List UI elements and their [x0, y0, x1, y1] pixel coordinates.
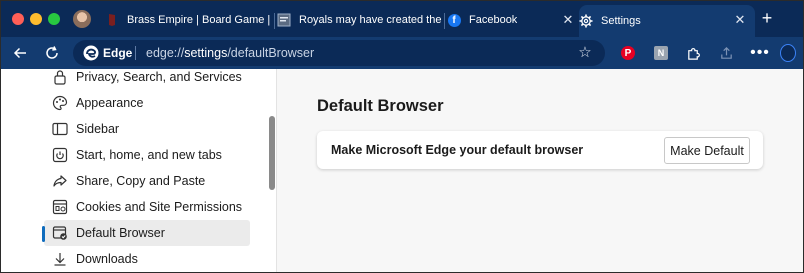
gear-icon: [579, 14, 593, 28]
browser-icon: [52, 225, 68, 241]
url-prefix: edge://: [146, 46, 185, 60]
extension-icon[interactable]: N: [653, 45, 669, 61]
palette-icon: [52, 95, 68, 111]
tab-title: Brass Empire | Board Game | B: [127, 14, 275, 26]
pinterest-extension-icon[interactable]: P: [620, 45, 636, 61]
facebook-badge: f: [447, 13, 461, 27]
edge-logo-icon: [83, 45, 99, 61]
browser-window: Brass Empire | Board Game | B Royals may…: [0, 0, 804, 273]
tab-title: Settings: [601, 15, 641, 27]
sidebar-item-label: Privacy, Search, and Services: [76, 70, 242, 84]
lock-icon: [52, 69, 68, 85]
page-title: Default Browser: [317, 97, 444, 115]
divider: [135, 46, 136, 60]
tab-title: Royals may have created the r: [299, 14, 445, 26]
close-window-button[interactable]: [12, 13, 24, 25]
main-panel: Default Browser Make Microsoft Edge your…: [278, 69, 803, 272]
sidebar-item-label: Start, home, and new tabs: [76, 148, 222, 162]
article-favicon: [277, 13, 291, 27]
tab-strip: Brass Empire | Board Game | B Royals may…: [1, 1, 803, 37]
extension-badge: N: [654, 46, 668, 60]
sidebar-item-privacy[interactable]: Privacy, Search, and Services: [44, 64, 250, 90]
sidebar-item-appearance[interactable]: Appearance: [44, 90, 250, 116]
profile-icon[interactable]: [780, 44, 796, 62]
default-browser-card: Make Microsoft Edge your default browser…: [317, 131, 763, 169]
sidebar-item-label: Default Browser: [76, 226, 165, 240]
permissions-icon: [52, 199, 68, 215]
sidebar-item-label: Sidebar: [76, 122, 120, 136]
tab-title: Facebook: [469, 14, 518, 26]
make-default-button[interactable]: Make Default: [664, 137, 750, 164]
refresh-icon[interactable]: [43, 44, 61, 62]
close-icon[interactable]: ✕: [733, 13, 747, 27]
minimize-window-button[interactable]: [30, 13, 42, 25]
sidebar-item-sidebar[interactable]: Sidebar: [44, 116, 250, 142]
more-menu-icon[interactable]: •••: [750, 44, 769, 61]
tab-facebook[interactable]: f Facebook ✕: [447, 5, 583, 35]
sidebar-item-cookies[interactable]: Cookies and Site Permissions: [44, 194, 250, 220]
facebook-favicon: f: [447, 13, 461, 27]
sidebar-item-label: Share, Copy and Paste: [76, 174, 206, 188]
favorite-star-icon[interactable]: ☆: [577, 45, 593, 61]
sidebar-item-start-home[interactable]: Start, home, and new tabs: [44, 142, 250, 168]
profile-avatar[interactable]: [73, 10, 91, 28]
url-text[interactable]: edge://settings/defaultBrowser: [146, 46, 314, 60]
new-tab-button[interactable]: +: [759, 9, 775, 27]
card-label: Make Microsoft Edge your default browser: [331, 143, 584, 157]
url-suffix: /defaultBrowser: [227, 46, 315, 60]
sidebar-scrollbar[interactable]: [269, 116, 275, 190]
sidebar-icon: [52, 121, 68, 137]
extensions-puzzle-icon[interactable]: [685, 45, 701, 61]
maximize-window-button[interactable]: [48, 13, 60, 25]
settings-content: Privacy, Search, and Services Appearance…: [1, 69, 803, 272]
tab-royals-article[interactable]: Royals may have created the r: [277, 5, 445, 35]
brass-empire-favicon: [105, 13, 119, 27]
site-label: Edge: [103, 46, 133, 60]
tab-settings[interactable]: Settings ✕: [579, 5, 755, 37]
share-icon[interactable]: [718, 45, 734, 61]
sidebar-item-share[interactable]: Share, Copy and Paste: [44, 168, 250, 194]
pinterest-badge: P: [621, 46, 635, 60]
tab-brass-empire[interactable]: Brass Empire | Board Game | B: [105, 5, 275, 35]
sidebar-item-label: Cookies and Site Permissions: [76, 200, 243, 214]
sidebar-item-label: Appearance: [76, 96, 144, 110]
url-path: settings: [184, 46, 228, 60]
back-arrow-icon[interactable]: [11, 44, 29, 62]
sidebar-item-downloads[interactable]: Downloads: [44, 246, 250, 272]
sidebar-item-default-browser[interactable]: Default Browser: [42, 220, 250, 246]
settings-sidebar: Privacy, Search, and Services Appearance…: [1, 69, 277, 272]
power-icon: [52, 147, 68, 163]
close-icon[interactable]: ✕: [561, 13, 575, 27]
share-icon: [52, 173, 68, 189]
download-icon: [52, 251, 68, 267]
address-bar[interactable]: Edge edge://settings/defaultBrowser ☆: [73, 40, 605, 66]
sidebar-item-label: Downloads: [76, 252, 138, 266]
